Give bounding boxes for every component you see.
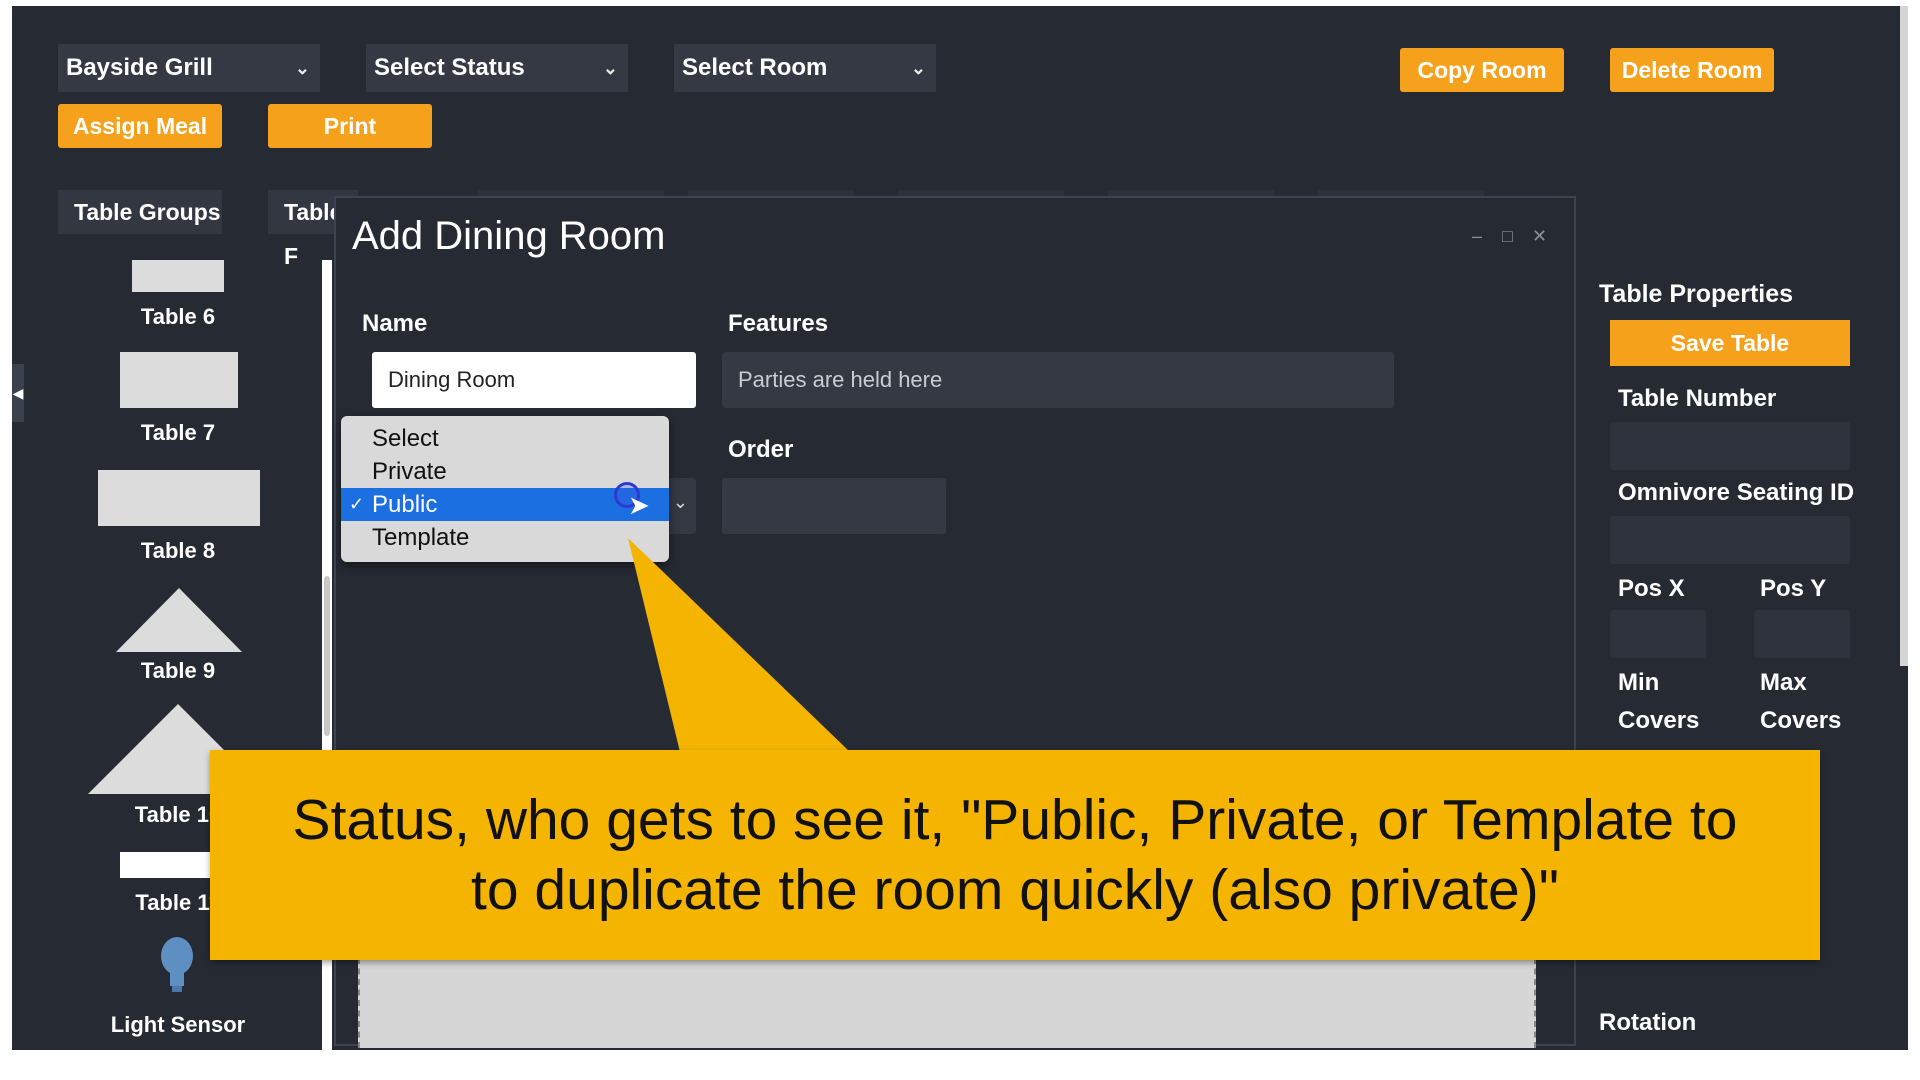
tab-table-groups[interactable]: Table Groups	[58, 190, 222, 234]
status-option-select[interactable]: Select	[341, 422, 669, 455]
max-covers-label-line2: Covers	[1760, 707, 1842, 734]
callout-line-2: to duplicate the room quickly (also priv…	[471, 858, 1559, 922]
table-number-input[interactable]	[1610, 422, 1850, 470]
option-label: Template	[372, 524, 470, 551]
chevron-down-icon: ⌄	[910, 58, 926, 78]
palette-label: Table 8	[140, 538, 216, 563]
pos-x-input[interactable]	[1610, 610, 1706, 658]
pos-y-input[interactable]	[1754, 610, 1850, 658]
maximize-icon[interactable]: □	[1502, 226, 1513, 247]
restaurant-select-value: Bayside Grill	[66, 54, 213, 81]
max-covers-label-line1: Max	[1760, 669, 1807, 696]
pos-y-label: Pos Y	[1760, 575, 1827, 602]
mouse-pointer-icon: ➤	[628, 490, 650, 520]
name-label: Name	[362, 310, 428, 337]
omnivore-seating-id-label: Omnivore Seating ID	[1618, 479, 1855, 506]
status-option-template[interactable]: Template	[341, 521, 669, 554]
table-shape-small-rect[interactable]	[132, 260, 224, 292]
properties-title: Table Properties	[1599, 280, 1794, 308]
palette-label: Table 7	[140, 420, 216, 445]
palette-label: Table 6	[140, 304, 216, 329]
chevron-down-icon: ⌄	[294, 58, 310, 78]
palette-label: Table 9	[140, 658, 216, 683]
minimize-icon[interactable]: –	[1472, 226, 1482, 247]
chevron-down-icon: ⌄	[602, 58, 618, 78]
status-select-value: Select Status	[374, 54, 525, 81]
rotation-label: Rotation	[1599, 1009, 1697, 1036]
pos-x-label: Pos X	[1618, 575, 1685, 602]
table-shape-wide-rect[interactable]	[98, 470, 260, 526]
callout-line-1: Status, who gets to see it, "Public, Pri…	[292, 788, 1738, 852]
dialog-title: Add Dining Room	[352, 214, 666, 258]
palette-scrollbar-thumb[interactable]	[324, 576, 330, 736]
copy-room-button[interactable]: Copy Room	[1400, 48, 1564, 92]
tutorial-callout: Status, who gets to see it, "Public, Pri…	[210, 750, 1820, 960]
page-scrollbar[interactable]	[1900, 6, 1908, 666]
option-label: Public	[372, 491, 438, 518]
print-button[interactable]: Print	[268, 104, 432, 148]
delete-room-button[interactable]: Delete Room	[1610, 48, 1774, 92]
save-table-button[interactable]: Save Table	[1610, 320, 1850, 366]
checkmark-icon: ✓	[349, 494, 365, 514]
close-icon[interactable]: ✕	[1532, 226, 1547, 247]
chevron-down-icon: ⌄	[672, 492, 688, 512]
collapse-sidebar-icon[interactable]: ◀	[12, 364, 24, 422]
table-shape-triangle[interactable]	[116, 588, 242, 652]
order-input[interactable]	[722, 478, 946, 534]
features-label: Features	[728, 310, 829, 337]
min-covers-label: Min Covers	[1618, 664, 1699, 740]
name-input[interactable]: Dining Room	[372, 352, 696, 408]
order-label: Order	[728, 436, 794, 463]
room-canvas[interactable]	[358, 958, 1536, 1048]
min-covers-label-line2: Covers	[1618, 707, 1700, 734]
palette-label: Light Sensor	[110, 1012, 246, 1037]
max-covers-label: Max Covers	[1760, 664, 1841, 740]
status-select[interactable]: Select Status ⌄	[366, 44, 628, 92]
table-number-label: Table Number	[1618, 385, 1777, 412]
features-input[interactable]: Parties are held here	[722, 352, 1394, 408]
room-select[interactable]: Select Room ⌄	[674, 44, 936, 92]
option-label: Private	[372, 458, 447, 485]
omnivore-seating-id-input[interactable]	[1610, 516, 1850, 564]
min-covers-label-line1: Min	[1618, 669, 1660, 696]
assign-meal-button[interactable]: Assign Meal	[58, 104, 222, 148]
restaurant-select[interactable]: Bayside Grill ⌄	[58, 44, 320, 92]
table-shape-square[interactable]	[120, 352, 238, 408]
light-bulb-icon[interactable]	[160, 936, 194, 996]
room-select-value: Select Room	[682, 54, 828, 81]
option-label: Select	[372, 425, 439, 452]
